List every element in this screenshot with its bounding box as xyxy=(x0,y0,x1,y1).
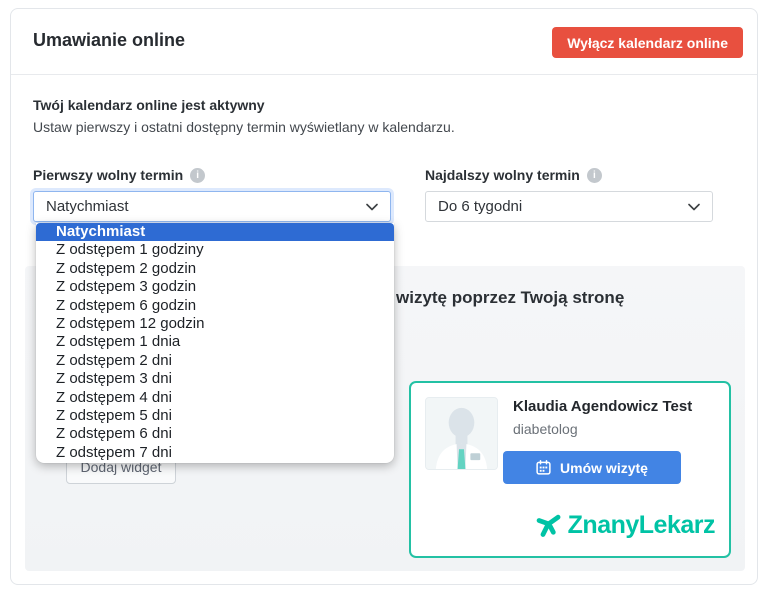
first-slot-dropdown-list: Natychmiast Z odstępem 1 godziny Z odstępe… xyxy=(36,223,394,463)
doctor-avatar xyxy=(425,397,498,470)
znanylekarz-logo: ZnanyLekarz xyxy=(534,510,716,540)
znanylekarz-logo-text: ZnanyLekarz xyxy=(567,510,716,539)
widget-panel-heading: wizytę poprzez Twoją stronę xyxy=(396,288,625,307)
dropdown-option[interactable]: Z odstępem 12 godzin xyxy=(36,315,394,333)
calendar-active-description: Ustaw pierwszy i ostatni dostępny termin… xyxy=(33,119,455,135)
furthest-slot-label-text: Najdalszy wolny termin xyxy=(425,167,580,183)
dropdown-option[interactable]: Z odstępem 2 dni xyxy=(36,352,394,370)
first-slot-select-value: Natychmiast xyxy=(46,198,129,215)
dropdown-option[interactable]: Z odstępem 3 dni xyxy=(36,370,394,388)
disable-online-calendar-button[interactable]: Wyłącz kalendarz online xyxy=(552,27,743,58)
furthest-slot-label: Najdalszy wolny termin i xyxy=(425,167,602,183)
doctor-name: Klaudia Agendowicz Test xyxy=(513,398,693,415)
info-icon[interactable]: i xyxy=(190,167,206,183)
dropdown-option[interactable]: Z odstępem 7 dni xyxy=(36,444,394,462)
calendar-icon xyxy=(536,460,551,475)
book-visit-button[interactable]: Umów wizytę xyxy=(503,451,681,484)
doctor-preview-card: Klaudia Agendowicz Test diabetolog Umów … xyxy=(409,381,731,558)
chevron-down-icon xyxy=(688,203,700,210)
furthest-slot-select-value: Do 6 tygodni xyxy=(438,198,523,215)
dropdown-option[interactable]: Z odstępem 6 godzin xyxy=(36,297,394,315)
calendar-active-heading: Twój kalendarz online jest aktywny xyxy=(33,97,265,113)
dropdown-option[interactable]: Z odstępem 4 dni xyxy=(36,389,394,407)
first-slot-label: Pierwszy wolny termin i xyxy=(33,167,206,183)
dropdown-option[interactable]: Z odstępem 1 dnia xyxy=(36,333,394,351)
dropdown-option[interactable]: Z odstępem 3 godzin xyxy=(36,278,394,296)
first-slot-label-text: Pierwszy wolny termin xyxy=(33,167,184,183)
znanylekarz-logo-icon xyxy=(536,514,561,537)
info-icon[interactable]: i xyxy=(586,167,602,183)
chevron-down-icon xyxy=(366,203,378,210)
doctor-specialty: diabetolog xyxy=(513,421,578,437)
dropdown-option[interactable]: Z odstępem 6 dni xyxy=(36,425,394,443)
online-booking-card: Umawianie online Wyłącz kalendarz online… xyxy=(10,8,758,585)
card-header: Umawianie online Wyłącz kalendarz online xyxy=(11,9,757,75)
page-title: Umawianie online xyxy=(33,30,186,50)
dropdown-option[interactable]: Z odstępem 5 dni xyxy=(36,407,394,425)
screen: Umawianie online Wyłącz kalendarz online… xyxy=(0,0,768,601)
first-slot-select[interactable]: Natychmiast xyxy=(33,191,391,222)
doctor-avatar-illustration xyxy=(426,398,497,469)
dropdown-option[interactable]: Z odstępem 2 godzin xyxy=(36,260,394,278)
dropdown-option[interactable]: Z odstępem 1 godziny xyxy=(36,241,394,259)
furthest-slot-select[interactable]: Do 6 tygodni xyxy=(425,191,713,222)
book-visit-label: Umów wizytę xyxy=(560,459,648,476)
dropdown-option[interactable]: Natychmiast xyxy=(36,223,394,242)
